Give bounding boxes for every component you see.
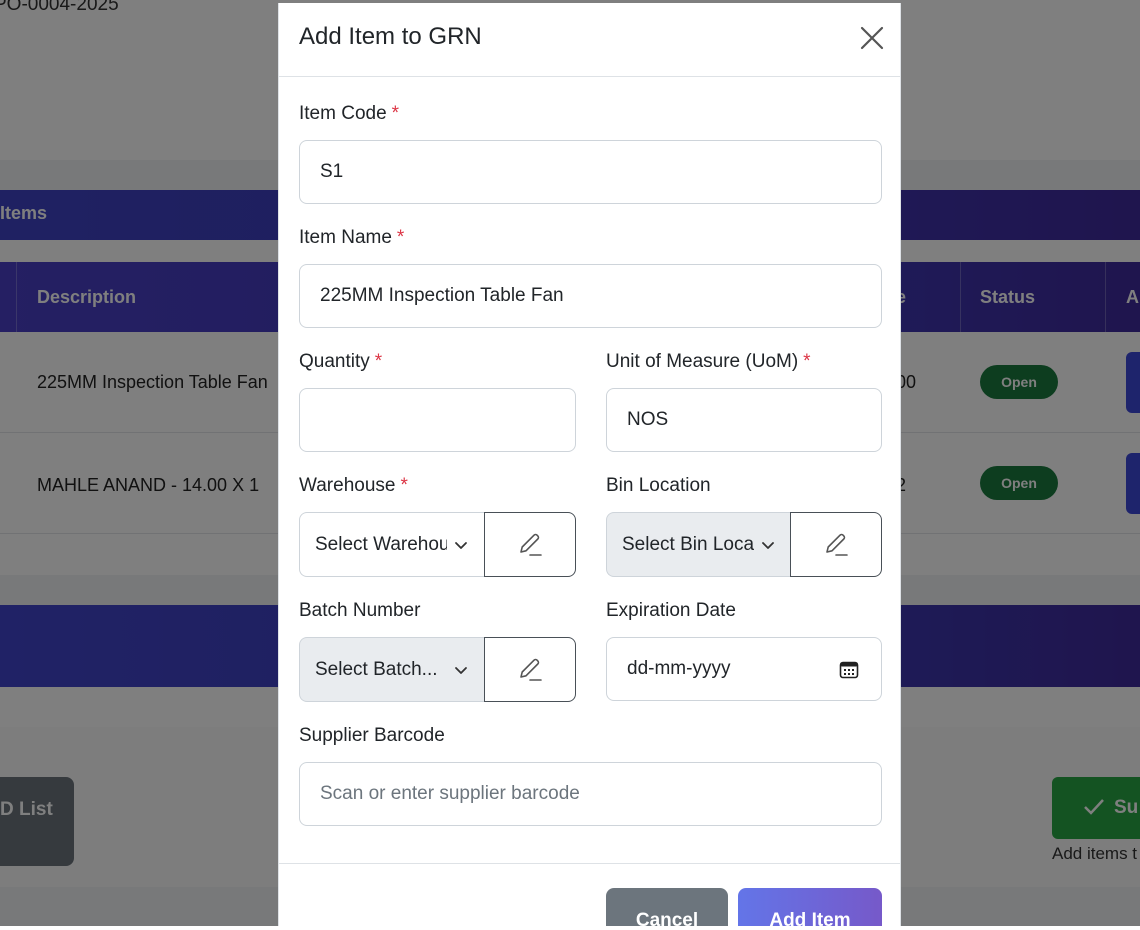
- cancel-button[interactable]: Cancel: [606, 888, 728, 926]
- bin-location-select[interactable]: Select Bin Location: [606, 512, 791, 577]
- item-name-input[interactable]: 225MM Inspection Table Fan: [299, 264, 882, 328]
- required-mark: *: [803, 351, 811, 372]
- batch-number-label: Batch Number: [299, 600, 421, 621]
- item-code-value: S1: [320, 161, 344, 182]
- chevron-down-icon: [455, 666, 467, 674]
- uom-value: NOS: [627, 409, 669, 430]
- warehouse-select[interactable]: Select Warehouse: [299, 512, 484, 577]
- modal-header: Add Item to GRN: [279, 3, 900, 77]
- required-mark: *: [396, 227, 405, 248]
- supplier-barcode-label: Supplier Barcode: [299, 725, 445, 746]
- supplier-barcode-placeholder: Scan or enter supplier barcode: [320, 783, 580, 804]
- pencil-icon: [826, 533, 848, 556]
- required-mark: *: [400, 475, 408, 496]
- bin-location-label: Bin Location: [606, 475, 711, 496]
- calendar-icon[interactable]: [839, 660, 859, 680]
- cancel-button-label: Cancel: [635, 910, 699, 926]
- item-name-value: 225MM Inspection Table Fan: [320, 285, 564, 306]
- close-icon[interactable]: [855, 21, 889, 55]
- modal-footer: Cancel Add Item: [279, 863, 900, 926]
- expiration-date-input[interactable]: dd-mm-yyyy: [606, 637, 882, 701]
- quantity-input[interactable]: [299, 388, 576, 452]
- batch-number-select[interactable]: Select Batch...: [299, 637, 484, 702]
- bin-location-edit-button[interactable]: [790, 512, 882, 577]
- batch-number-edit-button[interactable]: [484, 637, 576, 702]
- item-name-label: Item Name *: [299, 227, 405, 248]
- required-mark: *: [391, 103, 400, 124]
- add-item-button-label: Add Item: [769, 910, 851, 926]
- quantity-label: Quantity *: [299, 351, 383, 372]
- chevron-down-icon: [762, 541, 774, 549]
- item-code-label: Item Code *: [299, 103, 400, 124]
- warehouse-label: Warehouse *: [299, 475, 408, 496]
- modal-title: Add Item to GRN: [299, 23, 482, 50]
- uom-input[interactable]: NOS: [606, 388, 882, 452]
- item-code-input[interactable]: S1: [299, 140, 882, 204]
- add-item-modal: Add Item to GRN Item Code * S1 Item Name *…: [278, 3, 901, 926]
- expiration-date-label: Expiration Date: [606, 600, 736, 621]
- batch-number-selected: Select Batch...: [315, 658, 438, 680]
- chevron-down-icon: [455, 541, 467, 549]
- uom-label: Unit of Measure (UoM) *: [606, 351, 811, 372]
- pencil-icon: [520, 658, 542, 681]
- expiration-date-placeholder: dd-mm-yyyy: [627, 658, 731, 679]
- supplier-barcode-input[interactable]: Scan or enter supplier barcode: [299, 762, 882, 826]
- add-item-button[interactable]: Add Item: [738, 888, 882, 926]
- modal-body: Item Code * S1 Item Name * 225MM Inspectio…: [279, 77, 900, 863]
- pencil-icon: [520, 533, 542, 556]
- bottom-edge: [0, 926, 1140, 930]
- warehouse-edit-button[interactable]: [484, 512, 576, 577]
- required-mark: *: [374, 351, 383, 372]
- warehouse-selected: Select Warehouse: [315, 533, 447, 555]
- bin-location-selected: Select Bin Location: [622, 533, 754, 555]
